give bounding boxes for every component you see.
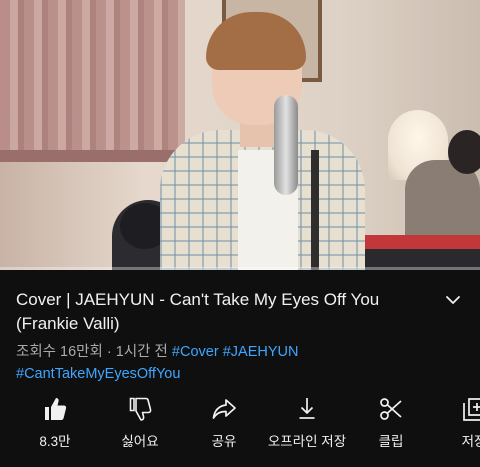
video-curtain-hem bbox=[0, 150, 185, 162]
video-curtain bbox=[0, 0, 185, 160]
dislike-button[interactable]: 싫어요 bbox=[92, 395, 188, 455]
like-count: 8.3만 bbox=[39, 434, 71, 449]
video-keyboard bbox=[365, 235, 480, 249]
hashtag-link[interactable]: #CantTakeMyEyesOffYou bbox=[16, 366, 180, 382]
chevron-down-icon[interactable] bbox=[443, 292, 463, 308]
thumbs-down-icon bbox=[129, 397, 152, 421]
meta-separator: · bbox=[106, 344, 112, 360]
action-bar: 8.3만 싫어요 공유 오프라인 저장 클립 저 bbox=[0, 395, 480, 455]
video-title-container[interactable]: Cover | JAEHYUN - Can't Take My Eyes Off… bbox=[16, 288, 436, 336]
download-label: 오프라인 저장 bbox=[267, 434, 347, 449]
save-playlist-button[interactable]: 저장 bbox=[426, 395, 480, 455]
share-button[interactable]: 공유 bbox=[176, 395, 272, 455]
video-title: Cover | JAEHYUN - Can't Take My Eyes Off… bbox=[16, 290, 380, 333]
clip-button[interactable]: 클립 bbox=[343, 395, 439, 455]
download-button[interactable]: 오프라인 저장 bbox=[259, 395, 355, 455]
share-label: 공유 bbox=[211, 434, 237, 449]
save-label: 저장 bbox=[461, 434, 480, 449]
hashtag-link[interactable]: #JAEHYUN bbox=[223, 344, 299, 360]
view-count: 조회수 16만회 bbox=[16, 344, 103, 360]
video-progress-track[interactable] bbox=[0, 267, 480, 270]
video-musician-right-head bbox=[448, 130, 480, 174]
scissors-icon bbox=[380, 398, 402, 420]
clip-label: 클립 bbox=[378, 434, 404, 449]
download-icon bbox=[299, 398, 315, 419]
thumbs-up-icon bbox=[45, 398, 67, 420]
hashtag-link[interactable]: #Cover bbox=[172, 344, 219, 360]
video-microphone bbox=[274, 95, 298, 195]
upload-time: 1시간 전 bbox=[115, 344, 168, 360]
dislike-label: 싫어요 bbox=[121, 434, 159, 449]
video-meta: 조회수 16만회 · 1시간 전 #Cover #JAEHYUN #CantTa… bbox=[16, 341, 466, 385]
video-mic-stand bbox=[311, 150, 319, 270]
share-icon bbox=[212, 399, 236, 419]
like-button[interactable]: 8.3만 bbox=[7, 395, 103, 455]
video-player[interactable] bbox=[0, 0, 480, 270]
save-playlist-icon bbox=[463, 398, 480, 421]
